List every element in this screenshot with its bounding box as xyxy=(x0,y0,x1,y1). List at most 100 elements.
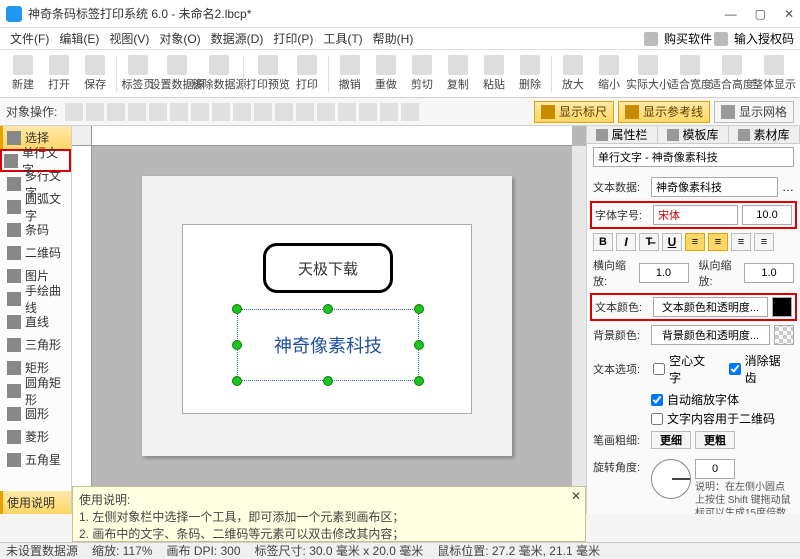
stroke-thinner[interactable]: 更细 xyxy=(651,431,691,449)
text-data-more[interactable]: … xyxy=(782,180,794,194)
vscale-input[interactable] xyxy=(744,263,794,283)
autoscale-checkbox[interactable]: 自动缩放字体 xyxy=(587,390,800,409)
tool-triangle[interactable]: 三角形 xyxy=(0,333,71,356)
tb-print[interactable]: 打印 xyxy=(290,52,324,96)
bold-button[interactable]: B xyxy=(593,233,613,251)
handle-n[interactable] xyxy=(323,304,333,314)
triangle-icon xyxy=(7,338,21,352)
text-color-button[interactable]: 文本颜色和透明度... xyxy=(653,297,768,317)
tool-freehand[interactable]: 手绘曲线 xyxy=(0,287,71,310)
object-name-field[interactable]: 单行文字 - 神奇像素科技 xyxy=(593,147,794,167)
align-icon[interactable] xyxy=(65,103,83,121)
scrollbar-vertical[interactable] xyxy=(572,146,586,500)
align-left-button[interactable]: ≡ xyxy=(685,233,705,251)
tool-qrcode[interactable]: 二维码 xyxy=(0,241,71,264)
help-close[interactable]: ✕ xyxy=(571,489,581,503)
tb-fith[interactable]: 适合高度 xyxy=(712,52,752,96)
tb-remds[interactable]: 移除数据源 xyxy=(199,52,239,96)
qrcompat-checkbox[interactable]: 文字内容用于二维码 xyxy=(587,409,800,428)
rotate-dial[interactable] xyxy=(651,459,691,499)
selected-text-object[interactable]: 神奇像素科技 xyxy=(237,309,419,381)
menu-print[interactable]: 打印(P) xyxy=(269,28,317,49)
main-toolbar: 新建 打开 保存 标签页 设置数据源 移除数据源 打印预览 打印 撤销 重做 剪… xyxy=(0,50,800,98)
canvas-paper[interactable]: 天极下载 神奇像素科技 xyxy=(142,176,512,456)
tb-open[interactable]: 打开 xyxy=(42,52,76,96)
tb-preview[interactable]: 打印预览 xyxy=(248,52,288,96)
tb-undo[interactable]: 撤销 xyxy=(333,52,367,96)
menu-object[interactable]: 对象(O) xyxy=(155,28,204,49)
tool-arc-text[interactable]: 圆弧文字 xyxy=(0,195,71,218)
buy-link[interactable]: 购买软件 xyxy=(664,30,712,47)
handle-s[interactable] xyxy=(323,376,333,386)
toggle-grid[interactable]: 显示网格 xyxy=(714,101,794,123)
ruler-horizontal[interactable] xyxy=(92,126,572,146)
tool-circle[interactable]: 圆形 xyxy=(0,402,71,425)
handle-nw[interactable] xyxy=(232,304,242,314)
text-color-swatch[interactable] xyxy=(772,297,792,317)
rotate-input[interactable] xyxy=(695,459,735,479)
tb-fitall[interactable]: 整体显示 xyxy=(754,52,794,96)
hscale-input[interactable] xyxy=(639,263,689,283)
menu-help[interactable]: 帮助(H) xyxy=(369,28,418,49)
menu-file[interactable]: 文件(F) xyxy=(6,28,53,49)
maximize-button[interactable]: ▢ xyxy=(755,7,766,21)
hollow-checkbox[interactable]: 空心文字 xyxy=(647,351,718,387)
tb-save[interactable]: 保存 xyxy=(78,52,112,96)
menu-datasource[interactable]: 数据源(D) xyxy=(207,28,268,49)
close-button[interactable]: ✕ xyxy=(784,7,794,21)
tool-help[interactable]: 使用说明 xyxy=(0,491,71,514)
handle-sw[interactable] xyxy=(232,376,242,386)
qrcode-icon xyxy=(7,246,21,260)
tool-diamond[interactable]: 菱形 xyxy=(0,425,71,448)
underline-button[interactable]: U xyxy=(662,233,682,251)
bg-color-swatch[interactable] xyxy=(774,325,794,345)
menu-edit[interactable]: 编辑(E) xyxy=(55,28,103,49)
align-center-button[interactable]: ≡ xyxy=(708,233,728,251)
tool-star[interactable]: 五角星 xyxy=(0,448,71,471)
help-title: 使用说明: xyxy=(79,491,579,508)
auth-link[interactable]: 输入授权码 xyxy=(734,30,794,47)
handle-e[interactable] xyxy=(414,340,424,350)
font-select[interactable]: 宋体 xyxy=(653,205,738,225)
tb-paste[interactable]: 粘贴 xyxy=(477,52,511,96)
canvas-area[interactable]: 天极下载 神奇像素科技 xyxy=(72,126,586,514)
handle-w[interactable] xyxy=(232,340,242,350)
text-data-input[interactable]: 神奇像素科技 xyxy=(651,177,778,197)
tb-fitw[interactable]: 适合宽度 xyxy=(670,52,710,96)
tab-assets[interactable]: 素材库 xyxy=(729,126,800,143)
minimize-button[interactable]: — xyxy=(725,7,737,21)
menu-view[interactable]: 视图(V) xyxy=(105,28,153,49)
italic-button[interactable]: I xyxy=(616,233,636,251)
tb-copy[interactable]: 复制 xyxy=(441,52,475,96)
align-right-button[interactable]: ≡ xyxy=(731,233,751,251)
bg-color-button[interactable]: 背景颜色和透明度... xyxy=(651,325,770,345)
tb-zoomin[interactable]: 放大 xyxy=(556,52,590,96)
tool-barcode[interactable]: 条码 xyxy=(0,218,71,241)
handle-ne[interactable] xyxy=(414,304,424,314)
toggle-guides[interactable]: 显示参考线 xyxy=(618,101,710,123)
align-justify-button[interactable]: ≡ xyxy=(754,233,774,251)
tb-redo[interactable]: 重做 xyxy=(369,52,403,96)
tab-properties[interactable]: 属性栏 xyxy=(587,126,658,143)
tool-line[interactable]: 直线 xyxy=(0,310,71,333)
font-size-input[interactable] xyxy=(742,205,792,225)
circle-icon xyxy=(7,407,21,421)
stroke-thicker[interactable]: 更粗 xyxy=(695,431,735,449)
tb-zoomout[interactable]: 缩小 xyxy=(592,52,626,96)
rounded-text-box[interactable]: 天极下载 xyxy=(263,243,393,293)
tb-cut[interactable]: 剪切 xyxy=(405,52,439,96)
toggle-ruler[interactable]: 显示标尺 xyxy=(534,101,614,123)
ruler-vertical[interactable] xyxy=(72,146,92,500)
menu-tools[interactable]: 工具(T) xyxy=(319,28,366,49)
strike-button[interactable]: T̶ xyxy=(639,233,659,251)
tool-roundrect[interactable]: 圆角矩形 xyxy=(0,379,71,402)
handle-se[interactable] xyxy=(414,376,424,386)
tb-actual[interactable]: 实际大小 xyxy=(628,52,668,96)
tb-delete[interactable]: 删除 xyxy=(513,52,547,96)
multitext-icon xyxy=(7,177,21,191)
text-color-label: 文本颜色: xyxy=(595,299,649,315)
tb-new[interactable]: 新建 xyxy=(6,52,40,96)
antialias-checkbox[interactable]: 消除锯齿 xyxy=(723,351,794,387)
tab-templates[interactable]: 模板库 xyxy=(658,126,729,143)
label-area[interactable]: 天极下载 神奇像素科技 xyxy=(182,224,472,414)
